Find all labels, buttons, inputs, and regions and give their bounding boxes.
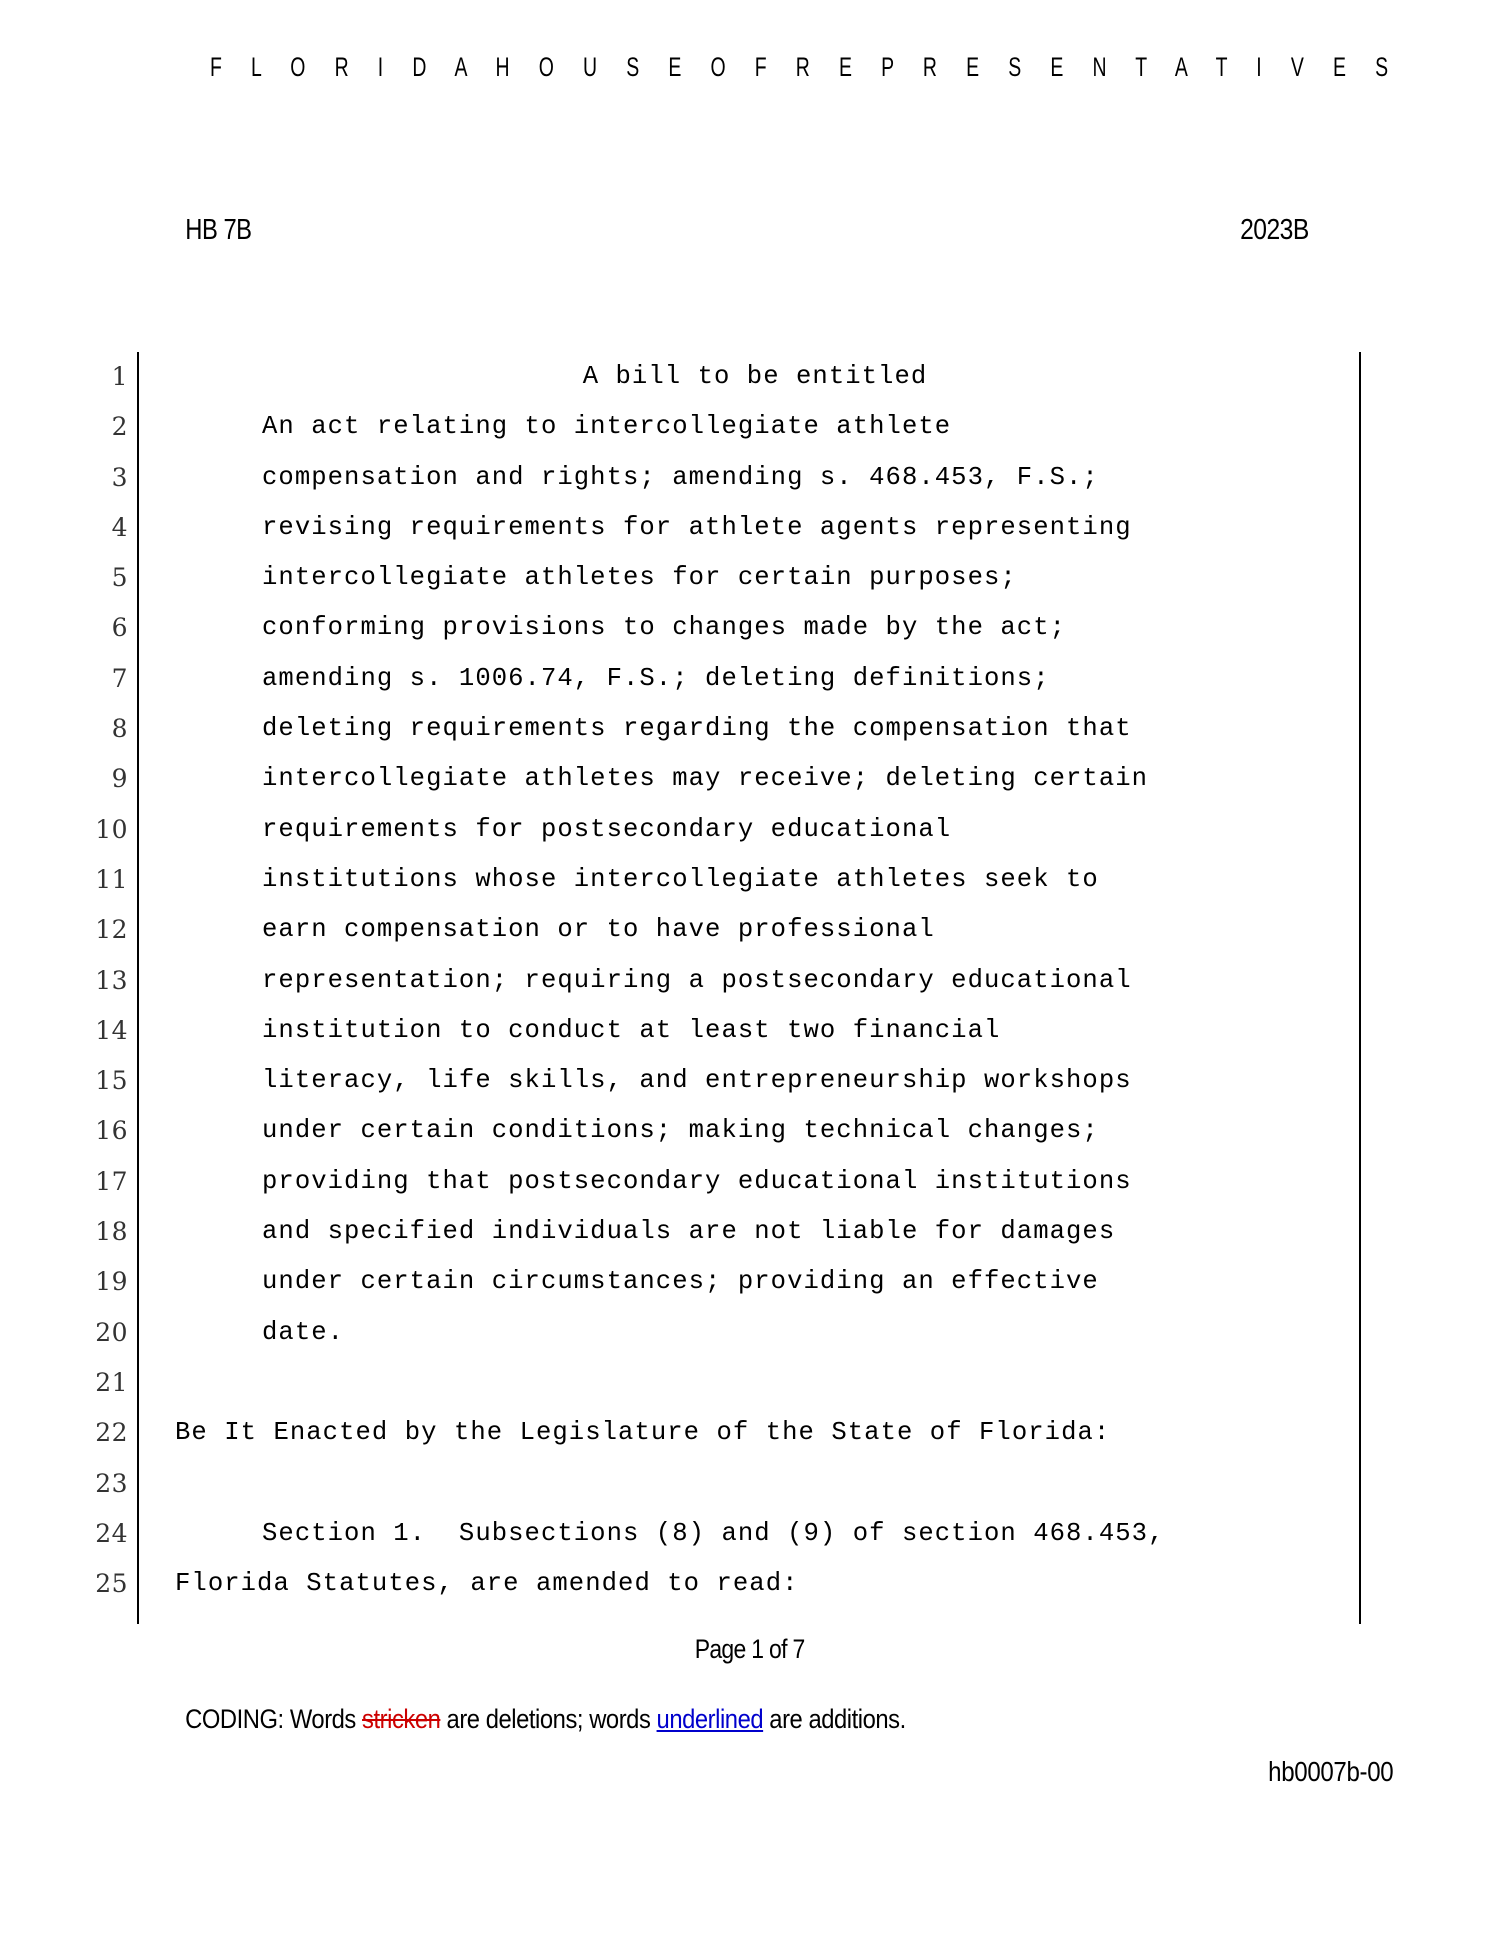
bill-line: 13 representation; requiring a postsecond… <box>0 956 1400 1006</box>
line-number: 4 <box>111 512 128 542</box>
line-text: An act relating to intercollegiate athle… <box>262 412 952 442</box>
line-text: intercollegiate athletes may receive; de… <box>262 764 1149 794</box>
bill-line: 3 compensation and rights; amending s. 46… <box>0 453 1400 503</box>
bill-line: 9 intercollegiate athletes may receive; d… <box>0 754 1400 804</box>
bill-line: 18 and specified individuals are not liab… <box>0 1207 1400 1257</box>
line-number: 24 <box>95 1518 128 1548</box>
page-number-label: Page 1 of 7 <box>695 1634 806 1664</box>
line-number: 25 <box>95 1569 128 1599</box>
coding-suffix: are additions. <box>763 1704 906 1734</box>
line-number: 8 <box>111 714 128 744</box>
bill-line: 6 conforming provisions to changes made b… <box>0 603 1400 653</box>
line-number: 10 <box>95 814 128 844</box>
coding-prefix: CODING: Words <box>185 1704 363 1734</box>
bill-line: 12 earn compensation or to have professio… <box>0 905 1400 955</box>
coding-stricken-sample: stricken <box>362 1704 441 1734</box>
bill-number: HB 7B <box>185 214 252 246</box>
line-text: conforming provisions to changes made by… <box>262 613 1067 643</box>
bill-line: 4 revising requirements for athlete agent… <box>0 503 1400 553</box>
line-text: earn compensation or to have professiona… <box>262 915 935 945</box>
line-text: revising requirements for athlete agents… <box>262 512 1132 542</box>
bill-page: F L O R I D A H O U S E O F R E P R E S … <box>0 0 1500 1942</box>
line-text: Section 1. Subsections (8) and (9) of se… <box>262 1518 1165 1548</box>
line-text: intercollegiate athletes for certain pur… <box>262 563 1017 593</box>
document-id-footer: hb0007b-00 <box>0 1756 1403 1788</box>
bill-line: 15 literacy, life skills, and entrepreneu… <box>0 1056 1400 1106</box>
line-text: representation; requiring a postsecondar… <box>262 965 1132 995</box>
bill-line: 22 Be It Enacted by the Legislature of th… <box>0 1408 1400 1458</box>
bill-line: 14 institution to conduct at least two fi… <box>0 1006 1400 1056</box>
line-number: 20 <box>95 1317 128 1347</box>
line-text: amending s. 1006.74, F.S.; deleting defi… <box>262 663 1050 693</box>
line-number: 9 <box>111 764 128 794</box>
line-text: date. <box>262 1317 345 1347</box>
coding-middle: are deletions; words <box>440 1704 657 1734</box>
coding-legend: CODING: Words stricken are deletions; wo… <box>136 1704 955 1735</box>
bill-line: 19 under certain circumstances; providing… <box>0 1257 1400 1307</box>
bill-line: 7 amending s. 1006.74, F.S.; deleting def… <box>0 654 1400 704</box>
line-number: 17 <box>95 1166 128 1196</box>
line-text: under certain circumstances; providing a… <box>262 1267 1099 1297</box>
line-number: 19 <box>95 1267 128 1297</box>
bill-line: 24 Section 1. Subsections (8) and (9) of … <box>0 1509 1400 1559</box>
line-text: deleting requirements regarding the comp… <box>262 714 1132 744</box>
line-text: Florida Statutes, are amended to read: <box>175 1569 799 1599</box>
line-number: 15 <box>95 1066 128 1096</box>
bill-header: HB 7B 2023B <box>178 214 1315 247</box>
line-number: 16 <box>95 1116 128 1146</box>
line-text: under certain conditions; making technic… <box>262 1116 1099 1146</box>
line-number: 1 <box>111 362 128 391</box>
line-text: Be It Enacted by the Legislature of the … <box>175 1418 1111 1448</box>
line-text: institutions whose intercollegiate athle… <box>262 864 1099 894</box>
bill-line: 17 providing that postsecondary education… <box>0 1157 1400 1207</box>
bill-line: 8 deleting requirements regarding the com… <box>0 704 1400 754</box>
bill-line: 25 Florida Statutes, are amended to read: <box>0 1559 1400 1609</box>
coding-underlined-sample: underlined <box>656 1704 764 1734</box>
line-number: 3 <box>111 462 128 492</box>
page-number-footer: Page 1 of 7 <box>0 1634 1500 1665</box>
line-number: 18 <box>95 1217 128 1247</box>
line-number: 6 <box>111 613 128 643</box>
bill-line: 2 An act relating to intercollegiate athl… <box>0 402 1400 452</box>
line-text: institution to conduct at least two fina… <box>262 1015 1001 1045</box>
line-number: 7 <box>111 663 128 693</box>
line-number: 5 <box>111 563 128 593</box>
line-text: literacy, life skills, and entrepreneurs… <box>262 1066 1132 1096</box>
document-id: hb0007b-00 <box>1267 1756 1393 1787</box>
line-number: 11 <box>95 864 128 894</box>
line-number: 2 <box>111 412 128 442</box>
line-text: and specified individuals are not liable… <box>262 1217 1116 1247</box>
line-number: 13 <box>95 965 128 995</box>
line-number: 22 <box>95 1418 128 1448</box>
bill-line: 21 <box>0 1358 1400 1408</box>
bill-line: 23 <box>0 1459 1400 1509</box>
line-number: 21 <box>95 1367 128 1397</box>
bill-line: 5 intercollegiate athletes for certain pu… <box>0 553 1400 603</box>
numbered-line-list: 1 A bill to be entitled 2 An act relating t… <box>0 352 1400 1609</box>
bill-line: 16 under certain conditions; making techn… <box>0 1106 1400 1156</box>
session-year: 2023B <box>1240 214 1309 246</box>
bill-line: 1 A bill to be entitled <box>0 352 1400 402</box>
bill-line: 20 date. <box>0 1308 1400 1358</box>
line-number: 12 <box>95 915 128 945</box>
chamber-masthead: F L O R I D A H O U S E O F R E P R E S … <box>210 52 1400 82</box>
bill-line: 11 institutions whose intercollegiate ath… <box>0 855 1400 905</box>
line-text: A bill to be entitled <box>582 362 928 391</box>
line-text: requirements for postsecondary education… <box>262 814 952 844</box>
line-number: 14 <box>95 1015 128 1045</box>
line-number: 23 <box>95 1468 128 1498</box>
bill-line: 10 requirements for postsecondary educati… <box>0 805 1400 855</box>
line-text: providing that postsecondary educational… <box>262 1166 1132 1196</box>
line-text: compensation and rights; amending s. 468… <box>262 462 1099 492</box>
